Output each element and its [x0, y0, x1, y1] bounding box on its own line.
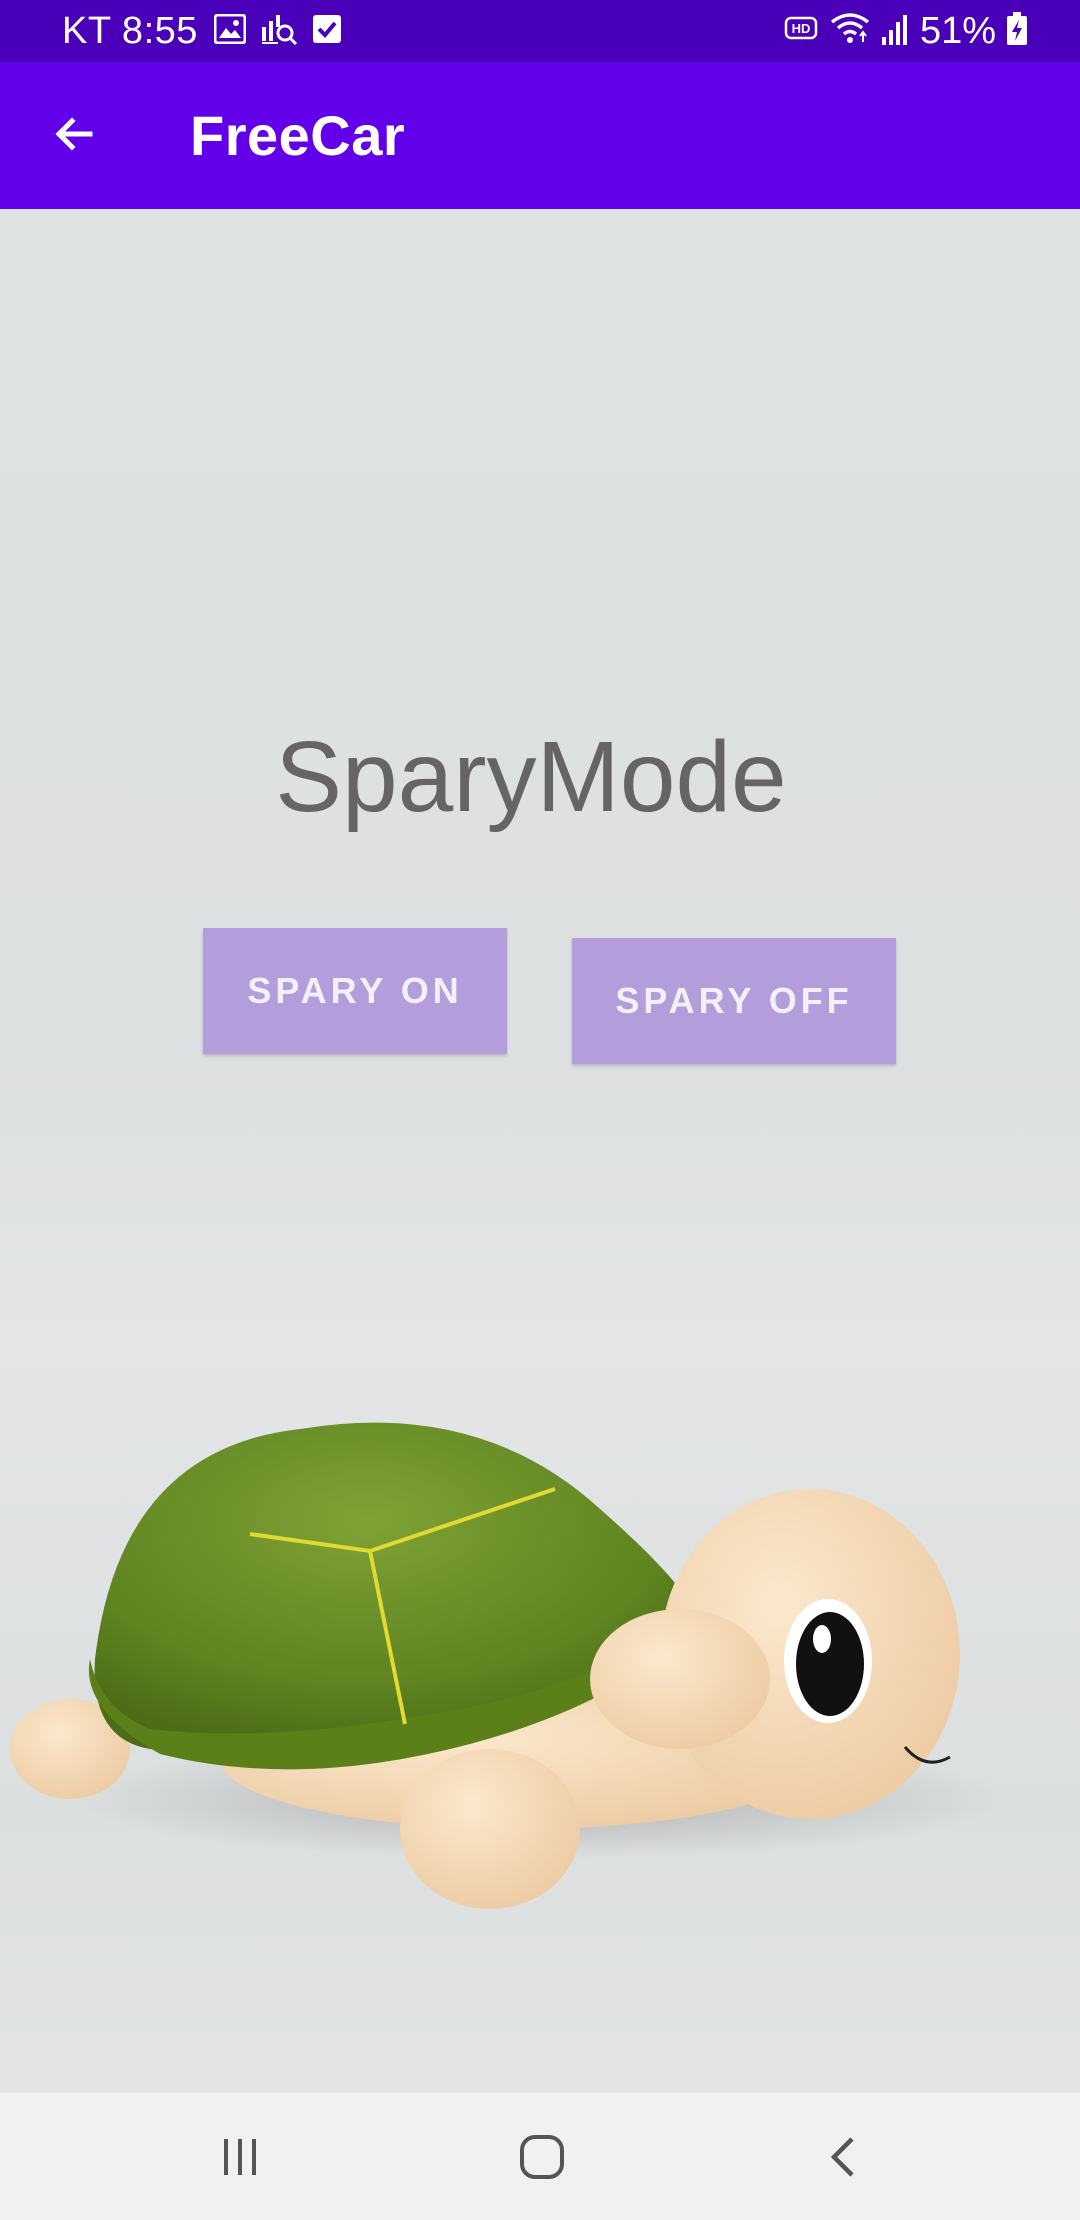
- app-title: FreeCar: [190, 104, 406, 167]
- wifi-icon: [830, 12, 870, 51]
- spary-off-button[interactable]: SPARY OFF: [572, 938, 896, 1064]
- svg-text:HD: HD: [792, 21, 811, 36]
- spary-on-button[interactable]: SPARY ON: [203, 928, 507, 1054]
- nav-recents-button[interactable]: [200, 2119, 280, 2199]
- recents-icon: [218, 2135, 262, 2184]
- back-icon: [822, 2135, 866, 2184]
- nav-back-button[interactable]: [804, 2119, 884, 2199]
- main-content: SparyMode SPARY ON SPARY OFF: [0, 209, 1080, 2093]
- status-bar: KT 8:55 HD 51%: [0, 0, 1080, 62]
- spary-mode-title: SparyMode: [275, 721, 787, 833]
- battery-charging-icon: [1006, 11, 1028, 51]
- signal-icon: [880, 13, 910, 50]
- image-icon: [213, 13, 247, 49]
- checkbox-icon: [312, 14, 342, 49]
- notification-icons: [213, 13, 342, 50]
- battery-percent: 51%: [919, 10, 996, 52]
- app-bar: FreeCar: [0, 62, 1080, 209]
- turtle-image: [10, 1422, 1010, 1909]
- hd-icon: HD: [784, 15, 820, 48]
- system-status-icons: HD 51%: [784, 8, 1028, 54]
- app-screen: KT 8:55 HD 51% FreeCar SparyMode SPARY O…: [0, 0, 1080, 2220]
- chart-search-icon: [260, 13, 298, 50]
- navigation-bar: [0, 2093, 1080, 2220]
- nav-home-button[interactable]: [502, 2119, 582, 2199]
- status-time: KT 8:55: [62, 10, 198, 52]
- arrow-back-icon: [50, 110, 98, 163]
- home-icon: [518, 2133, 566, 2186]
- back-button[interactable]: [40, 102, 108, 170]
